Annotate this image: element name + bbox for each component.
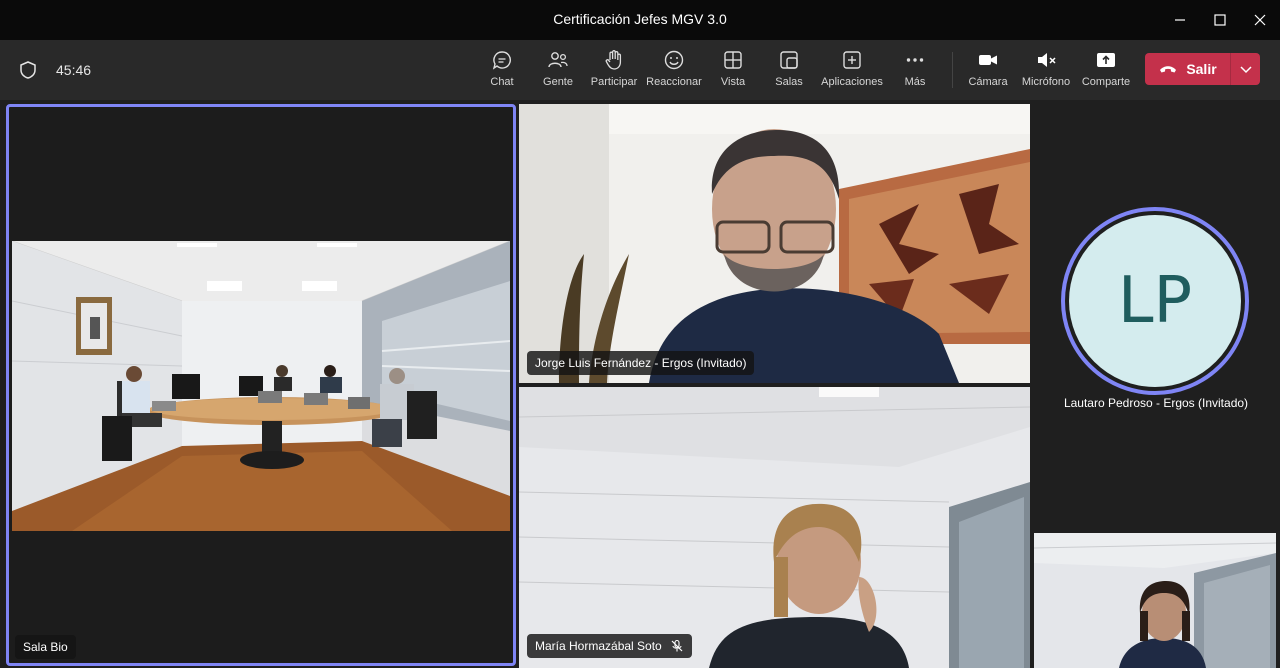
hang-up-icon bbox=[1160, 66, 1177, 73]
maximize-icon bbox=[1214, 14, 1226, 26]
chevron-down-icon bbox=[1239, 66, 1252, 74]
breakout-rooms-icon bbox=[780, 51, 798, 69]
more-icon bbox=[906, 58, 924, 62]
title-bar: Certificación Jefes MGV 3.0 bbox=[0, 0, 1280, 40]
video-tile-lautaro[interactable]: LP Lautaro Pedroso - Ergos (Invitado) bbox=[1033, 104, 1279, 529]
camera-button[interactable]: Cámara bbox=[968, 48, 1008, 94]
video-stage: Sala Bio Jorge Luis Fernández - Ergos (I… bbox=[0, 100, 1280, 668]
leave-options-button[interactable] bbox=[1231, 53, 1260, 85]
grid-view-icon bbox=[724, 51, 742, 69]
smiley-icon bbox=[664, 50, 684, 70]
shield-icon[interactable] bbox=[18, 60, 38, 80]
avatar: LP bbox=[1069, 215, 1241, 387]
share-button[interactable]: Comparte bbox=[1080, 48, 1132, 94]
react-button[interactable]: Reaccionar bbox=[646, 48, 702, 94]
maximize-button[interactable] bbox=[1200, 0, 1240, 40]
rooms-button[interactable]: Salas bbox=[772, 48, 806, 94]
camera-icon bbox=[979, 55, 997, 65]
leave-button-group: Salir bbox=[1145, 53, 1260, 85]
self-view-image bbox=[1034, 533, 1276, 668]
conference-room-image bbox=[12, 241, 510, 531]
room-video bbox=[12, 241, 510, 531]
avatar-ring: LP bbox=[1061, 207, 1249, 395]
participant-name-badge: Sala Bio bbox=[15, 635, 76, 659]
participant-name-badge: Jorge Luis Fernández - Ergos (Invitado) bbox=[527, 351, 755, 375]
more-button[interactable]: Más bbox=[900, 48, 930, 94]
leave-label: Salir bbox=[1186, 61, 1217, 77]
participant-name-badge: María Hormazábal Soto bbox=[527, 634, 692, 658]
mic-muted-icon bbox=[1038, 53, 1056, 67]
people-icon bbox=[548, 52, 568, 68]
raise-hand-icon bbox=[605, 50, 622, 70]
participant-video-image bbox=[519, 104, 1030, 383]
chat-icon bbox=[492, 51, 511, 70]
minimize-button[interactable] bbox=[1160, 0, 1200, 40]
raise-hand-button[interactable]: Participar bbox=[590, 48, 638, 94]
participant-name: Lautaro Pedroso - Ergos (Invitado) bbox=[1063, 396, 1249, 410]
view-button[interactable]: Vista bbox=[716, 48, 750, 94]
apps-button[interactable]: Aplicaciones bbox=[820, 48, 884, 94]
video-tile-jorge[interactable]: Jorge Luis Fernández - Ergos (Invitado) bbox=[519, 104, 1030, 383]
participant-video-image bbox=[519, 387, 1030, 668]
close-button[interactable] bbox=[1240, 0, 1280, 40]
video-tile-sala-bio[interactable]: Sala Bio bbox=[6, 104, 516, 666]
meeting-toolbar: 45:46 Chat Gente Participar Reaccionar V… bbox=[0, 40, 1280, 100]
leave-button[interactable]: Salir bbox=[1145, 53, 1230, 85]
window-title: Certificación Jefes MGV 3.0 bbox=[553, 11, 727, 27]
people-button[interactable]: Gente bbox=[540, 48, 576, 94]
self-view-tile[interactable] bbox=[1034, 533, 1276, 668]
toolbar-divider bbox=[952, 52, 953, 88]
video-tile-maria[interactable]: María Hormazábal Soto bbox=[519, 387, 1030, 668]
chat-button[interactable]: Chat bbox=[486, 48, 518, 94]
share-screen-icon bbox=[1097, 53, 1115, 67]
microphone-button[interactable]: Micrófono bbox=[1020, 48, 1072, 94]
avatar-initials: LP bbox=[1117, 264, 1193, 338]
meeting-timer: 45:46 bbox=[56, 62, 92, 78]
add-apps-icon bbox=[843, 51, 861, 69]
minimize-icon bbox=[1175, 19, 1185, 21]
mic-off-icon bbox=[671, 639, 683, 652]
close-icon bbox=[1254, 14, 1266, 26]
